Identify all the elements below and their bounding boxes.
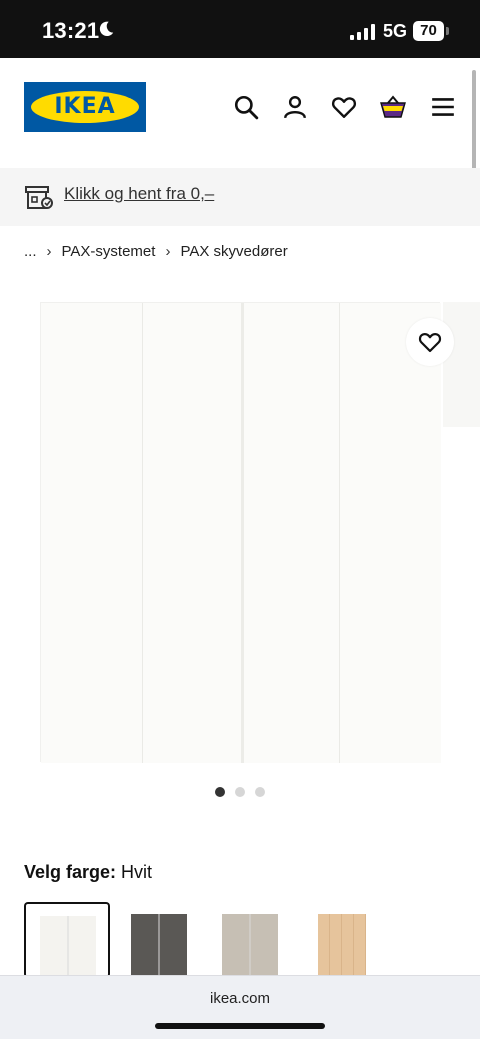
heart-icon <box>418 333 442 353</box>
panel-line <box>339 303 340 763</box>
left-sliding-door <box>41 303 241 763</box>
status-bar: 13:21 5G 70 <box>0 0 480 58</box>
battery-cap <box>446 27 449 35</box>
color-selector-label: Velg farge: Hvit <box>24 862 152 883</box>
image-carousel-dots <box>215 787 265 797</box>
selected-color-value: Hvit <box>121 862 153 882</box>
moon-icon <box>99 21 114 37</box>
breadcrumb: ... › PAX-systemet › PAX skyvedører <box>24 243 288 260</box>
url-label: ikea.com <box>209 990 271 1007</box>
click-collect-banner: Klikk og hent fra 0,– <box>0 168 480 226</box>
door-gap <box>241 303 244 763</box>
menu-icon[interactable] <box>430 94 456 120</box>
product-image[interactable] <box>40 302 441 763</box>
carousel-dot[interactable] <box>255 787 265 797</box>
carousel-dot[interactable] <box>235 787 245 797</box>
heart-icon[interactable] <box>331 94 357 120</box>
click-collect-link[interactable]: Klikk og hent fra 0,– <box>64 184 214 204</box>
breadcrumb-item-pax-sliding-doors[interactable]: PAX skyvedører <box>180 243 287 260</box>
site-header: IKEA <box>0 58 480 168</box>
swatch-dark-grey[interactable] <box>117 902 203 978</box>
chevron-right-icon: › <box>46 243 52 260</box>
swatch-image <box>131 914 187 978</box>
panel-line <box>142 303 143 763</box>
add-to-favourites-button[interactable] <box>406 318 454 366</box>
swatch-oak[interactable] <box>300 902 386 978</box>
breadcrumb-ellipsis[interactable]: ... <box>24 243 37 260</box>
battery-indicator: 70 <box>413 21 444 41</box>
browser-address-bar[interactable]: ikea.com <box>0 975 480 1039</box>
right-sliding-door <box>244 303 441 763</box>
network-label: 5G <box>383 21 408 41</box>
color-label-title: Velg farge: <box>24 862 117 882</box>
status-time: 13:21 <box>42 18 100 43</box>
swatch-white[interactable] <box>24 902 110 980</box>
home-indicator[interactable] <box>155 1023 325 1029</box>
swatch-beige[interactable] <box>207 902 293 978</box>
store-pickup-icon <box>25 186 53 209</box>
account-icon[interactable] <box>282 94 308 120</box>
chevron-right-icon: › <box>165 243 171 260</box>
swatch-image <box>40 916 96 980</box>
swatch-image <box>222 914 278 978</box>
carousel-dot[interactable] <box>215 787 225 797</box>
basket-icon[interactable] <box>380 94 406 120</box>
breadcrumb-item-pax-system[interactable]: PAX-systemet <box>62 243 156 260</box>
swatch-image <box>318 914 366 978</box>
next-image-preview[interactable] <box>443 302 480 427</box>
logo-text: IKEA <box>54 94 116 119</box>
ikea-logo[interactable]: IKEA <box>24 82 146 132</box>
search-icon[interactable] <box>233 94 259 120</box>
signal-icon <box>350 24 375 40</box>
